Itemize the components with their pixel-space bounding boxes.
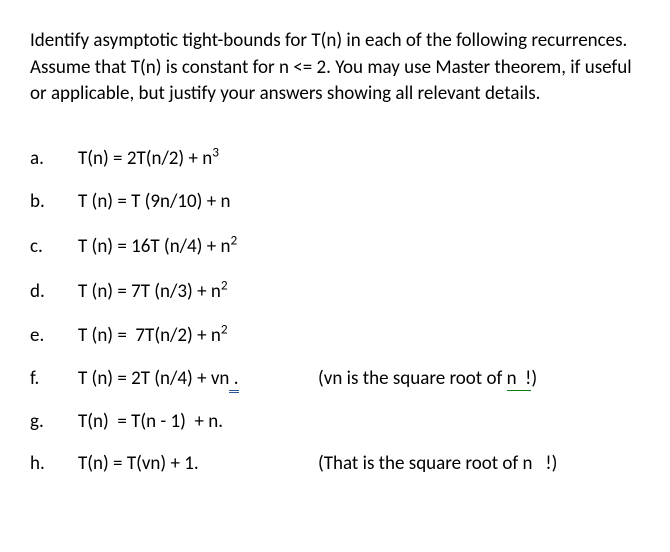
problem-item: d. T (n) = 7T (n/3) + n2 <box>30 276 640 305</box>
item-equation: T(n) = T(n - 1) + n. <box>78 410 223 433</box>
problem-item: e. T (n) = 7T(n/2) + n2 <box>30 321 640 350</box>
item-letter: h. <box>30 451 78 478</box>
item-letter: f. <box>30 366 78 393</box>
item-equation: T (n) = 7T(n/2) + n2 <box>78 324 228 347</box>
item-note: (That is the square root of n !) <box>318 451 640 478</box>
item-letter: d. <box>30 279 78 306</box>
item-equation: T(n) = 2T(n/2) + n3 <box>78 147 219 170</box>
item-letter: g. <box>30 409 78 436</box>
item-letter: c. <box>30 234 78 261</box>
item-equation: T (n) = 2T (n/4) + vn . <box>78 367 239 393</box>
problem-item: f. T (n) = 2T (n/4) + vn . (vn is the sq… <box>30 366 640 393</box>
item-note: (vn is the square root of n !) <box>318 366 640 393</box>
problem-item: a. T(n) = 2T(n/2) + n3 <box>30 144 640 173</box>
item-equation: T (n) = 7T (n/3) + n2 <box>78 280 228 303</box>
item-letter: a. <box>30 146 78 173</box>
problem-item: g. T(n) = T(n - 1) + n. <box>30 409 640 436</box>
item-equation: T (n) = 16T (n/4) + n2 <box>78 235 237 258</box>
problem-item: b. T (n) = T (9n/10) + n <box>30 189 640 216</box>
item-letter: e. <box>30 323 78 350</box>
problem-list: a. T(n) = 2T(n/2) + n3 b. T (n) = T (9n/… <box>30 144 640 478</box>
item-equation: T(n) = T(vn) + 1. <box>78 452 199 475</box>
problem-item: h. T(n) = T(vn) + 1. (That is the square… <box>30 451 640 478</box>
problem-item: c. T (n) = 16T (n/4) + n2 <box>30 231 640 260</box>
item-letter: b. <box>30 189 78 216</box>
problem-intro: Identify asymptotic tight-bounds for T(n… <box>30 28 640 108</box>
item-equation: T (n) = T (9n/10) + n <box>78 190 230 213</box>
